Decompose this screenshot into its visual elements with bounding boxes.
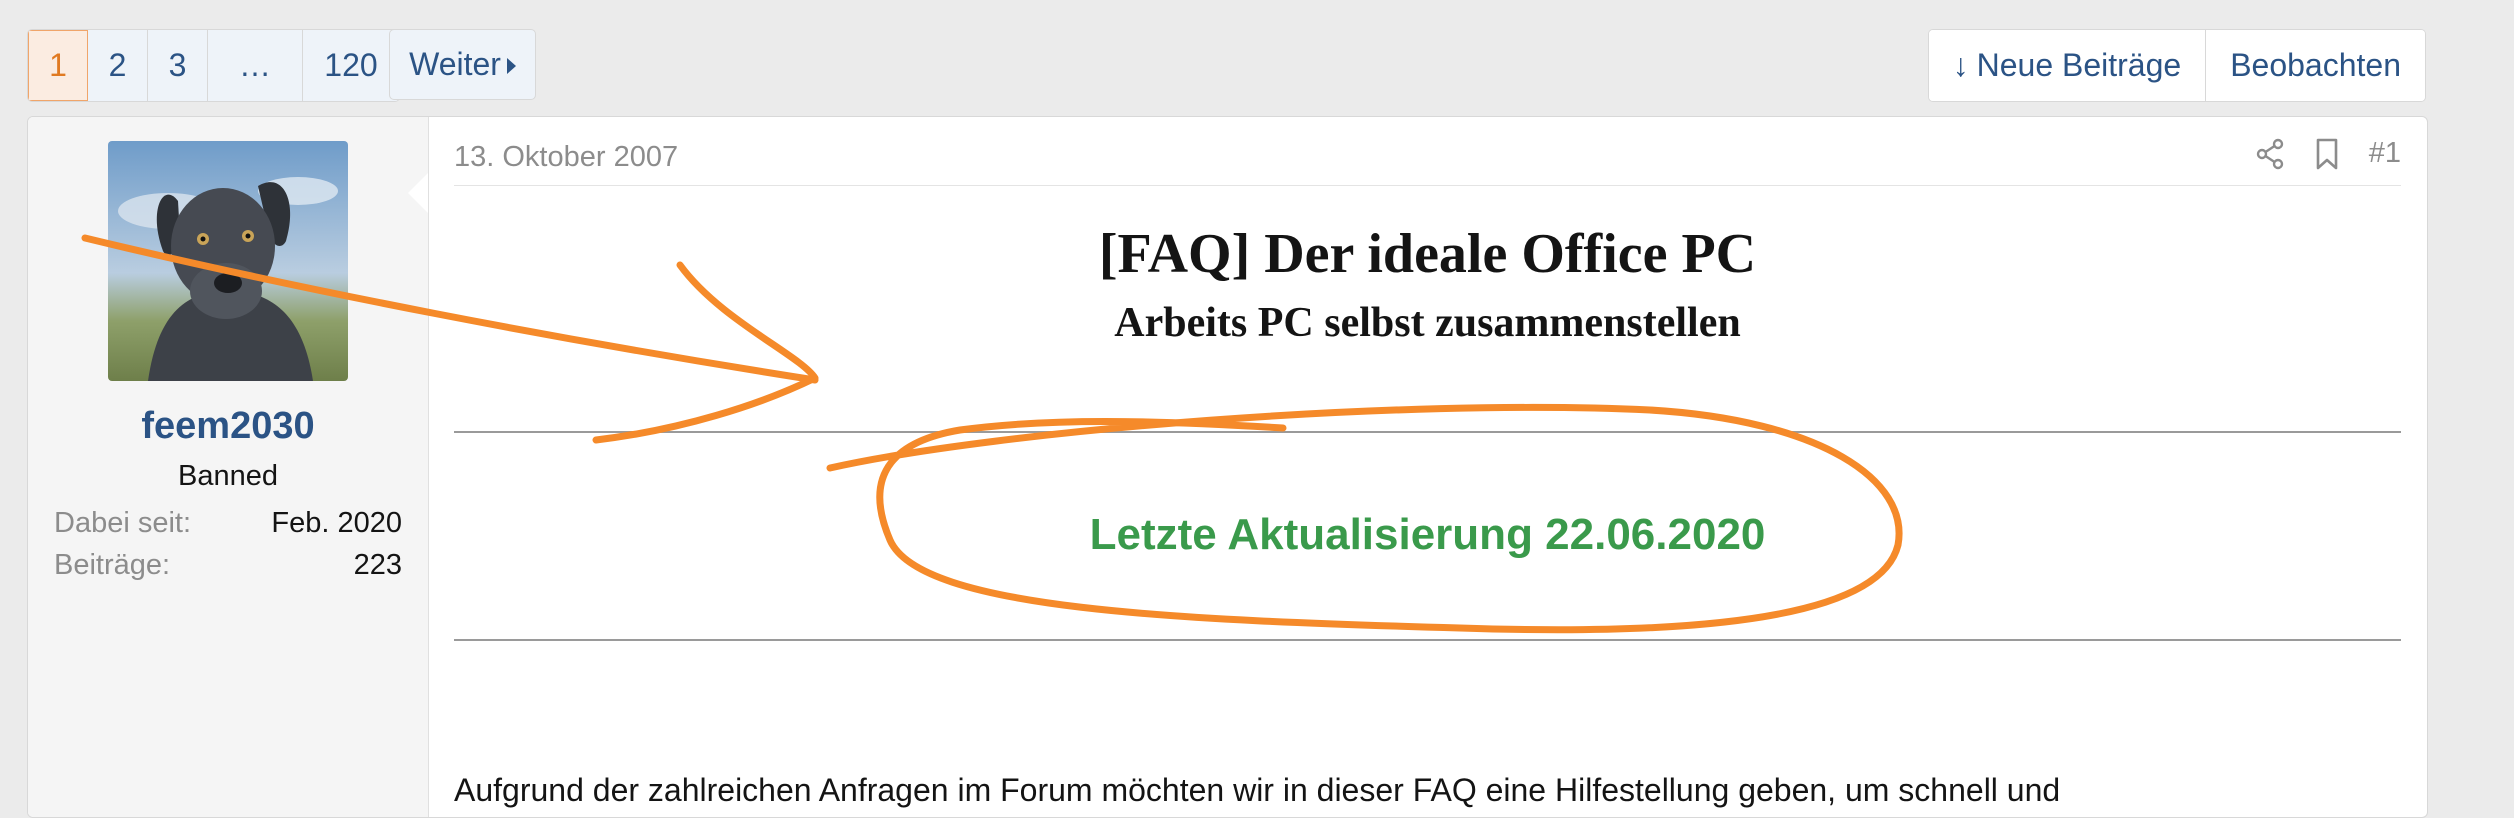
arrow-down-icon: ↓ xyxy=(1952,47,1969,83)
page-link-2[interactable]: 2 xyxy=(88,30,148,101)
watch-thread-button[interactable]: Beobachten xyxy=(2206,30,2425,101)
post-user-info: feem2030 Banned Dabei seit: Feb. 2020 Be… xyxy=(28,117,429,817)
user-stat-joined: Dabei seit: Feb. 2020 xyxy=(54,507,402,540)
message-pointer xyxy=(408,173,428,213)
avatar[interactable] xyxy=(108,141,348,381)
post-tools: #1 xyxy=(2255,137,2401,170)
thread-actions: ↓ Neue Beiträge Beobachten xyxy=(1927,29,2426,102)
username[interactable]: feem2030 xyxy=(28,405,428,448)
bookmark-icon[interactable] xyxy=(2315,138,2339,170)
next-page-label: Weiter xyxy=(409,46,501,82)
post-title: [FAQ] Der ideale Office PC xyxy=(1098,223,1757,285)
stat-label: Dabei seit: xyxy=(54,507,192,539)
new-posts-label: Neue Beiträge xyxy=(1976,47,2182,83)
page-jump-ellipsis[interactable]: … xyxy=(208,30,303,101)
post-header: 13. Oktober 2007 #1 xyxy=(454,137,2401,186)
next-page-button[interactable]: Weiter xyxy=(389,29,536,100)
page-link-1[interactable]: 1 xyxy=(28,30,88,101)
new-posts-button[interactable]: ↓ Neue Beiträge xyxy=(1928,30,2207,101)
page-navigation-bar: 1 2 3 … 120 Weiter ↓ Neue Beiträge Beoba… xyxy=(27,29,2426,102)
divider xyxy=(454,639,2401,641)
post-date[interactable]: 13. Oktober 2007 xyxy=(454,141,678,174)
stat-label: Beiträge: xyxy=(54,549,171,581)
forum-post: feem2030 Banned Dabei seit: Feb. 2020 Be… xyxy=(27,116,2428,818)
user-stat-posts: Beiträge: 223 xyxy=(54,549,402,582)
post-body-text: Aufgrund der zahlreichen Anfragen im For… xyxy=(454,772,2061,808)
page-link-3[interactable]: 3 xyxy=(148,30,208,101)
share-icon[interactable] xyxy=(2255,138,2285,170)
caret-right-icon xyxy=(506,57,516,74)
pagination: 1 2 3 … 120 xyxy=(27,29,400,102)
stat-value: Feb. 2020 xyxy=(271,507,402,539)
user-title: Banned xyxy=(178,460,278,492)
page-link-last[interactable]: 120 xyxy=(303,30,399,101)
stat-value[interactable]: 223 xyxy=(354,549,402,582)
post-content: 13. Oktober 2007 #1 [FAQ] Der ideale Off… xyxy=(454,117,2401,817)
dog-avatar-image xyxy=(108,141,348,381)
last-update-text: Letzte Aktualisierung 22.06.2020 xyxy=(1089,510,1766,559)
divider xyxy=(454,431,2401,433)
post-subtitle: Arbeits PC selbst zusammenstellen xyxy=(1114,300,1741,346)
post-number-link[interactable]: #1 xyxy=(2369,137,2401,170)
